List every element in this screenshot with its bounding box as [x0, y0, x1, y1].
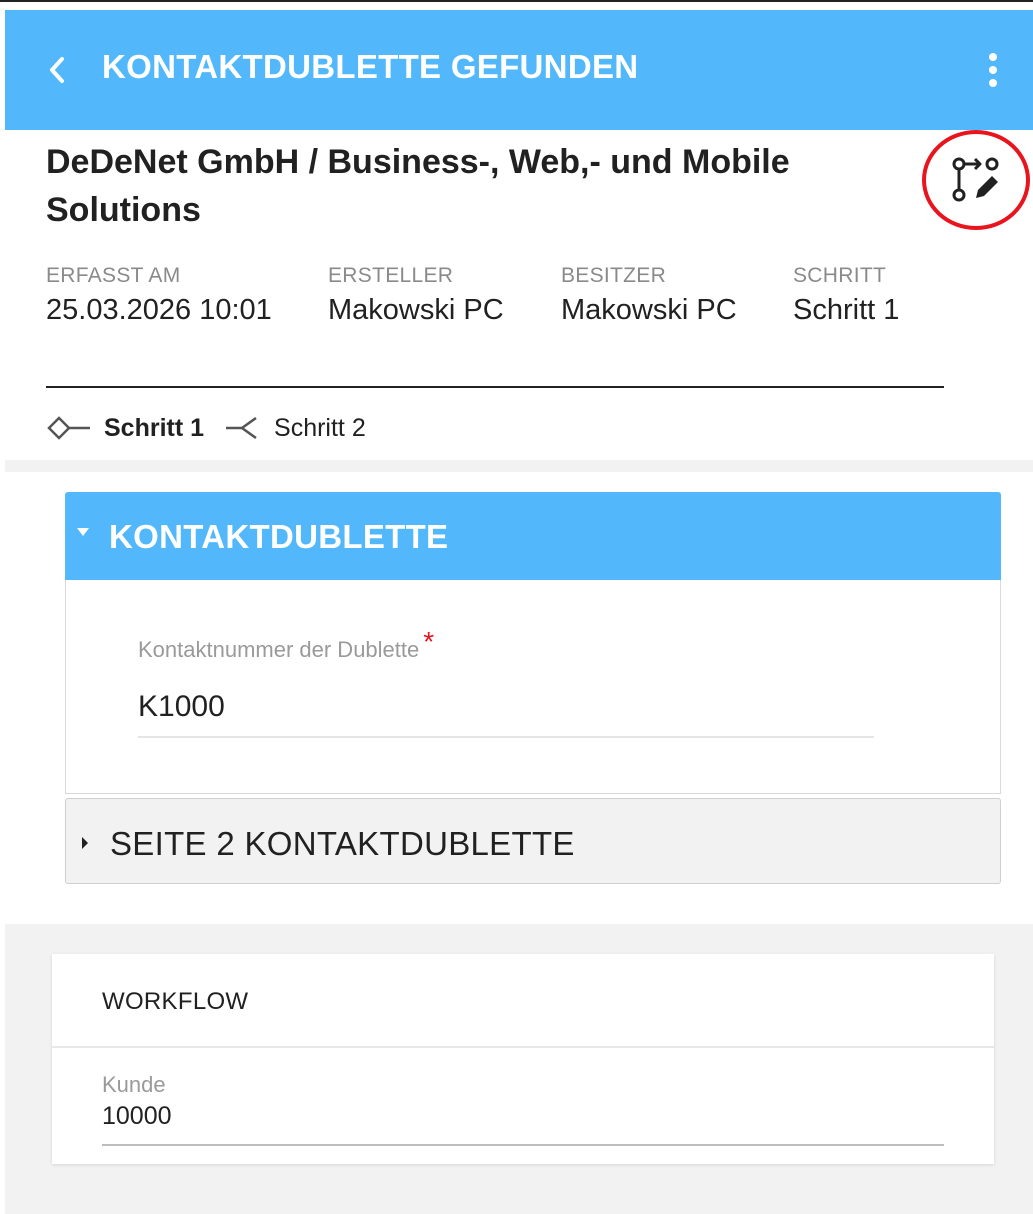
- record-title-line-1: DeDeNet GmbH / Business-, Web,- und Mobi…: [46, 143, 790, 181]
- meta-label: BESITZER: [561, 264, 667, 287]
- step-arrow-icon: [226, 416, 257, 440]
- meta-label: ERSTELLER: [328, 264, 454, 287]
- meta-value: Makowski PC: [561, 294, 737, 326]
- step-2[interactable]: Schritt 2: [226, 414, 366, 443]
- step-2-label: Schritt 2: [274, 413, 366, 442]
- meta-label: ERFASST AM: [46, 264, 181, 287]
- section-kontaktdublette-header[interactable]: KONTAKTDUBLETTE: [65, 492, 1001, 580]
- meta-owner: BESITZER Makowski PC: [561, 264, 737, 327]
- record-title: DeDeNet GmbH / Business-, Web,- und Mobi…: [46, 138, 886, 234]
- workflow-card-header: WORKFLOW: [52, 954, 994, 1048]
- step-1[interactable]: Schritt 1: [46, 414, 204, 443]
- kunde-label: Kunde: [102, 1072, 166, 1097]
- workflow-title: WORKFLOW: [102, 988, 249, 1015]
- meta-value: Schritt 1: [793, 294, 900, 326]
- caret-down-icon: [77, 528, 89, 536]
- record-title-line-2: Solutions: [46, 191, 201, 229]
- window-top-edge: [0, 0, 1033, 8]
- app-bar: KONTAKTDUBLETTE GEFUNDEN: [5, 10, 1033, 130]
- workflow-card: WORKFLOW Kunde 10000: [52, 954, 994, 1164]
- meta-label: SCHRITT: [793, 264, 887, 287]
- section-title: SEITE 2 KONTAKTDUBLETTE: [110, 825, 575, 862]
- back-button[interactable]: [41, 46, 73, 94]
- git-pull-request-edit-icon: [952, 157, 999, 202]
- required-marker: *: [423, 626, 435, 657]
- meta-value: 25.03.2026 10:01: [46, 294, 272, 326]
- section-title: KONTAKTDUBLETTE: [109, 518, 449, 555]
- meta-value: Makowski PC: [328, 294, 504, 326]
- page-title: KONTAKTDUBLETTE GEFUNDEN: [102, 48, 639, 85]
- section-seite2-header[interactable]: SEITE 2 KONTAKTDUBLETTE: [65, 798, 1001, 884]
- section-kontaktdublette-body: Kontaktnummer der Dublette *: [65, 580, 1001, 794]
- meta-creator: ERSTELLER Makowski PC: [328, 264, 504, 327]
- workflow-edit-button[interactable]: [922, 130, 1030, 230]
- contact-number-input[interactable]: [138, 678, 874, 738]
- meta-created-at: ERFASST AM 25.03.2026 10:01: [46, 264, 272, 327]
- more-vertical-icon: [989, 53, 997, 87]
- more-menu-button[interactable]: [977, 46, 1009, 94]
- contact-number-label: Kontaktnummer der Dublette *: [138, 626, 434, 664]
- step-start-diamond-icon: [47, 416, 90, 440]
- caret-right-icon: [82, 837, 88, 849]
- step-breadcrumb: Schritt 1 Schritt 2: [46, 410, 366, 446]
- chevron-left-icon: [50, 57, 64, 83]
- meta-step: SCHRITT Schritt 1: [793, 264, 899, 327]
- contact-number-label-text: Kontaktnummer der Dublette: [138, 637, 420, 662]
- header-divider: [46, 386, 944, 388]
- kunde-value: 10000: [102, 1102, 944, 1146]
- step-1-label: Schritt 1: [104, 413, 205, 442]
